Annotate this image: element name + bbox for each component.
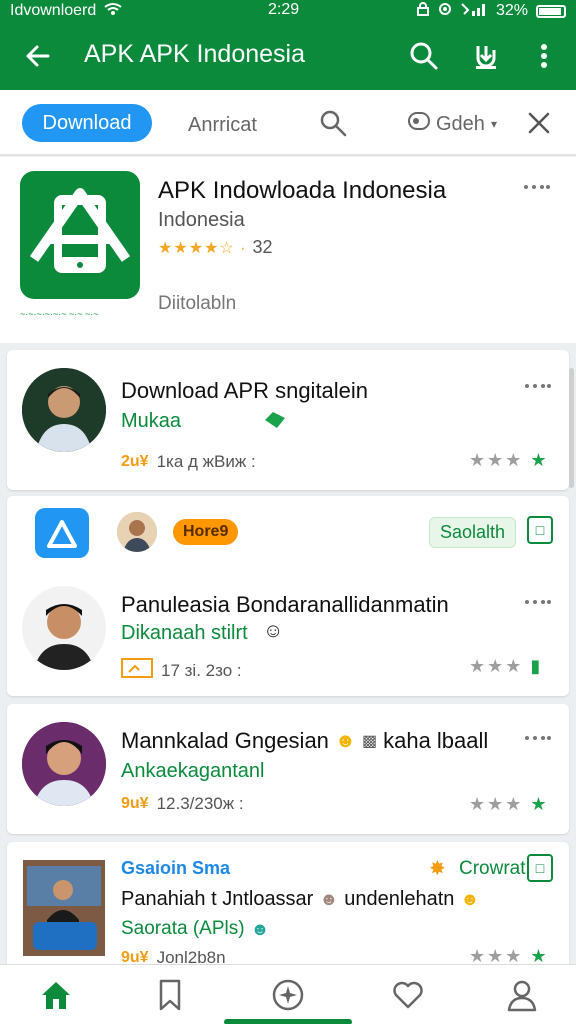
profile-icon[interactable] <box>504 977 540 1013</box>
close-icon[interactable] <box>526 110 552 136</box>
more-options-icon[interactable] <box>525 380 553 394</box>
home-indicator <box>224 1019 352 1024</box>
item-subtitle-row: Saorata (APls) ☻ <box>121 918 270 940</box>
face-emoji-icon: ☻ <box>319 889 339 909</box>
sort-dropdown[interactable]: Gdeh ▾ <box>408 110 497 138</box>
chevron-down-icon: ▾ <box>490 117 497 131</box>
app-bar: APK APK Indonesia <box>0 22 576 90</box>
explore-icon[interactable] <box>270 977 306 1013</box>
item-title-suffix: kaha lbaall <box>383 728 489 753</box>
overflow-menu-icon[interactable] <box>528 40 560 72</box>
list-item[interactable]: Mannkalad Gngesian ☻ ▩ kaha lbaall Ankae… <box>7 704 569 834</box>
item-headline: Gsaioin Sma <box>121 858 231 878</box>
heart-icon[interactable] <box>390 977 426 1013</box>
install-icon[interactable]: □ <box>527 854 553 882</box>
small-avatar <box>117 512 157 552</box>
scrollbar[interactable] <box>569 368 574 488</box>
battery-percent: 32% <box>495 2 528 19</box>
item-title: Panahiah t Jntloassar <box>121 888 314 910</box>
download-manager-icon[interactable] <box>470 40 502 72</box>
avatar <box>22 722 106 806</box>
item-subtitle: Dikanaah stilrt <box>121 622 248 644</box>
lock-icon <box>416 1 430 21</box>
item-title: Mannkalad Gngesian <box>121 728 329 753</box>
featured-app-title: APK Indowloada Indonesia <box>158 177 447 204</box>
rating-stars-icon: ★★★★☆ · <box>158 239 247 257</box>
apk-app-icon <box>20 171 140 299</box>
item-meta-text: 12.3/230ж : <box>156 794 244 813</box>
sort-icon <box>408 110 430 138</box>
more-options-icon[interactable] <box>525 596 553 610</box>
rating-stars-icon: ★★★ ★ <box>469 450 549 470</box>
item-meta-text: 1ка д жВиж : <box>156 452 256 471</box>
install-icon[interactable]: □ <box>527 516 553 544</box>
sparkle-icon: ✸ <box>429 858 446 880</box>
item-meta: 2u¥ 1ка д жВиж : <box>121 452 256 472</box>
featured-app-card[interactable]: ~·~·~·~·~·~ ~·~ ~·~ APK Indowloada Indon… <box>0 157 576 343</box>
avatar <box>22 586 106 670</box>
avatar <box>22 368 106 452</box>
rating-count: 32 <box>252 237 273 257</box>
item-meta: 17 зі. 2зо : <box>121 658 242 683</box>
item-subtitle: Saorata (APls) <box>121 918 245 939</box>
status-label: Crowrat <box>459 858 526 879</box>
app-logo-icon <box>35 508 89 558</box>
rating-stars-icon: ★★★ ▮ <box>469 656 543 676</box>
item-title-row: Panahiah t Jntloassar ☻ undenlehatn ☻ <box>121 888 479 911</box>
home-icon[interactable] <box>38 977 74 1013</box>
item-title: Panuleasia Bondaranallidanmatin <box>121 592 449 617</box>
bookmark-icon[interactable] <box>152 977 188 1013</box>
hot-badge: Hore9 <box>173 519 239 545</box>
list-item[interactable]: Download APR sngitalein Mukaa 2u¥ 1ка д … <box>7 350 569 490</box>
item-thumbnail <box>23 860 105 956</box>
list-item[interactable]: Hore9 Saolalth □ Panuleasia Bondaranalli… <box>7 496 569 696</box>
featured-app-status: Diitolabln <box>158 293 237 314</box>
smile-emoji-icon: ☺ <box>263 620 284 642</box>
signal-icon <box>460 2 488 21</box>
item-subtitle: Ankaekagantanl <box>121 760 265 782</box>
category-filter[interactable]: Anrricat <box>188 114 257 137</box>
bottom-navigation <box>0 964 576 1024</box>
status-bar: Idvownloerd 2:29 32% <box>0 0 576 22</box>
page-title: APK APK Indonesia <box>84 40 305 68</box>
more-options-icon[interactable] <box>524 181 552 195</box>
cat-icon: ▩ <box>361 733 378 750</box>
filter-search-icon[interactable] <box>318 108 348 138</box>
filter-bar: Download Anrricat Gdeh ▾ <box>0 90 576 156</box>
laugh-emoji-icon: ☻ <box>460 889 480 909</box>
item-meta: 9u¥ 12.3/230ж : <box>121 794 244 814</box>
size-code: 2u¥ <box>121 453 149 470</box>
status-time: 2:29 <box>268 1 300 18</box>
item-title-suffix: undenlehatn <box>344 888 455 910</box>
featured-app-subtitle: Indonesia <box>158 209 245 231</box>
item-title: Download APR sngitalein <box>121 378 369 403</box>
laugh-emoji-icon: ☻ <box>334 729 356 752</box>
more-options-icon[interactable] <box>525 732 553 746</box>
search-icon[interactable] <box>408 40 440 72</box>
featured-app-rating: ★★★★☆ · 32 <box>158 237 273 258</box>
item-subtitle: Mukaa <box>121 410 182 432</box>
size-code: 9u¥ <box>121 795 149 812</box>
item-meta-text: 17 зі. 2зо : <box>161 660 242 680</box>
list-item[interactable]: Gsaioin Sma ✸ Crowrat □ Panahiah t Jntlo… <box>7 842 569 972</box>
icon-caption: ~·~·~·~·~·~ ~·~ ~·~ <box>20 309 99 319</box>
battery-icon <box>536 4 566 18</box>
leaf-icon <box>263 410 287 435</box>
status-notification-text: Idvownloerd <box>10 2 97 19</box>
back-arrow-icon[interactable] <box>22 40 54 72</box>
sync-icon <box>438 2 452 21</box>
sort-label: Gdeh <box>436 112 485 135</box>
status-badge: Saolalth <box>429 517 517 548</box>
item-title-row: Mannkalad Gngesian ☻ ▩ kaha lbaall <box>121 728 488 754</box>
emoji-icon: ☻ <box>250 918 270 939</box>
rating-stars-icon: ★★★ ★ <box>469 794 549 814</box>
wifi-icon <box>104 2 122 21</box>
download-filter-pill[interactable]: Download <box>22 104 152 142</box>
calendar-icon <box>121 658 153 683</box>
